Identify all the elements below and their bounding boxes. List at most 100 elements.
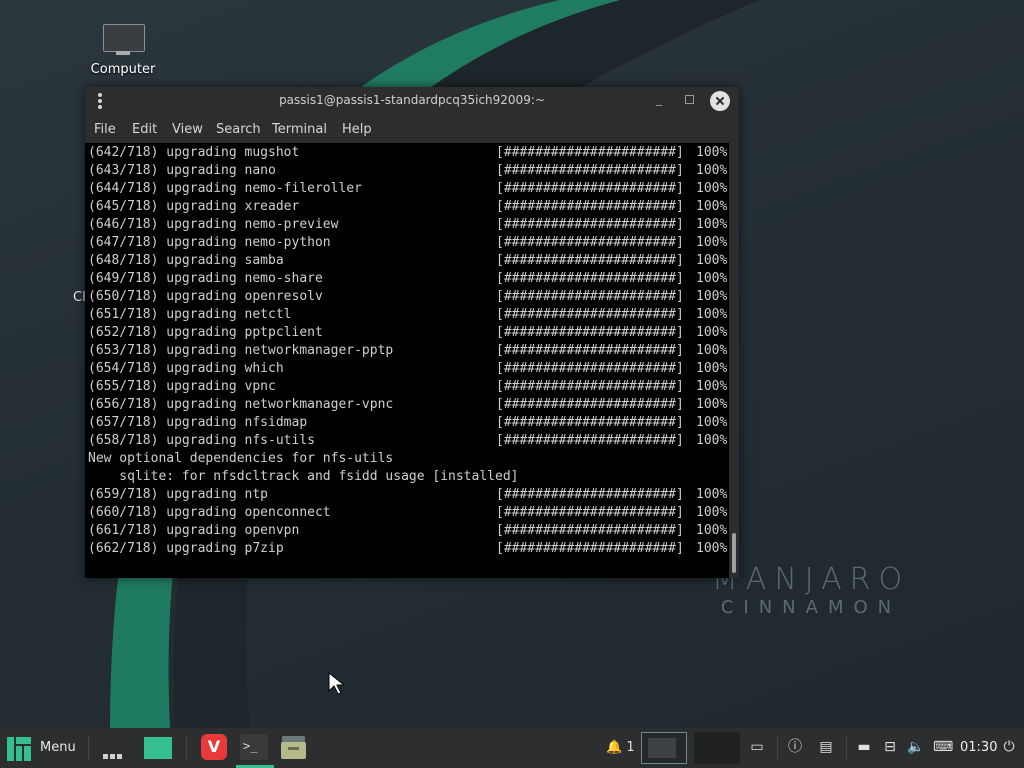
progress-percent: 100% — [696, 433, 728, 448]
progress-bar-text: [######################] — [496, 289, 684, 304]
taskbar-separator — [777, 736, 778, 760]
progress-bar-text: [######################] — [496, 181, 684, 196]
progress-percent: 100% — [696, 271, 728, 286]
terminal-menubar: File Edit View Search Terminal Help — [85, 117, 739, 141]
terminal-line-text: (649/718) upgrading nemo-share — [88, 271, 323, 286]
terminal-line: (643/718) upgrading nano [###############… — [88, 162, 728, 180]
progress-percent: 100% — [696, 253, 728, 268]
terminal-line-text: (660/718) upgrading openconnect — [88, 505, 331, 520]
manjaro-hello-icon[interactable] — [144, 737, 172, 759]
power-icon[interactable]: ⏻ — [1000, 738, 1018, 756]
clock[interactable]: 01:30 — [960, 740, 997, 755]
progress-percent: 100% — [696, 325, 728, 340]
terminal-line-text: (642/718) upgrading mugshot — [88, 145, 300, 160]
progress-bar-text: [######################] — [496, 163, 684, 178]
terminal-line-text: (650/718) upgrading openresolv — [88, 289, 323, 304]
progress-bar-text: [######################] — [496, 199, 684, 214]
window-titlebar[interactable]: passis1@passis1-standardpcq35ich92009:~ … — [85, 87, 739, 115]
terminal-line: (647/718) upgrading nemo-python [########… — [88, 234, 728, 252]
progress-bar-text: [######################] — [496, 523, 684, 538]
taskbar: Menu V >_ 🔔 1 ▭ ⓘ ▤ ▬ ⊟ 🔈 ⌨ 01:30 ⏻ — [0, 728, 1024, 768]
terminal-line: New optional dependencies for nfs-utils — [88, 450, 728, 468]
clipboard-icon[interactable]: ▤ — [817, 738, 835, 756]
terminal-line-text: (651/718) upgrading netctl — [88, 307, 292, 322]
menu-terminal[interactable]: Terminal — [272, 122, 327, 137]
network-icon[interactable]: ⊟ — [881, 738, 899, 756]
desktop-icon-computer[interactable]: Computer — [86, 22, 160, 77]
terminal-line: (662/718) upgrading p7zip [##############… — [88, 540, 728, 558]
terminal-line: (644/718) upgrading nemo-fileroller [####… — [88, 180, 728, 198]
minimize-icon[interactable]: _ — [656, 92, 662, 106]
terminal-line: (642/718) upgrading mugshot [############… — [88, 144, 728, 162]
terminal-line: (646/718) upgrading nemo-preview [#######… — [88, 216, 728, 234]
menu-view[interactable]: View — [172, 122, 203, 137]
progress-percent: 100% — [696, 289, 728, 304]
progress-bar-text: [######################] — [496, 361, 684, 376]
terminal-line-text: (644/718) upgrading nemo-fileroller — [88, 181, 362, 196]
window-title: passis1@passis1-standardpcq35ich92009:~ — [279, 93, 545, 107]
menu-button-label[interactable]: Menu — [40, 740, 76, 755]
progress-percent: 100% — [696, 307, 728, 322]
terminal-scrollbar[interactable] — [729, 143, 739, 578]
progress-percent: 100% — [696, 343, 728, 358]
terminal-line: (650/718) upgrading openresolv [#########… — [88, 288, 728, 306]
progress-bar-text: [######################] — [496, 325, 684, 340]
progress-bar-text: [######################] — [496, 307, 684, 322]
workspace-1[interactable] — [641, 732, 687, 764]
terminal-line-text: (647/718) upgrading nemo-python — [88, 235, 331, 250]
terminal-line-text: (646/718) upgrading nemo-preview — [88, 217, 339, 232]
terminal-line: (654/718) upgrading which [##############… — [88, 360, 728, 378]
progress-percent: 100% — [696, 145, 728, 160]
terminal-line-text: (662/718) upgrading p7zip — [88, 541, 284, 556]
terminal-line: (645/718) upgrading xreader [############… — [88, 198, 728, 216]
close-icon[interactable] — [710, 91, 730, 111]
progress-percent: 100% — [696, 199, 728, 214]
menu-search[interactable]: Search — [216, 122, 261, 137]
terminal-output[interactable]: (642/718) upgrading mugshot [############… — [85, 143, 729, 578]
progress-bar-text: [######################] — [496, 415, 684, 430]
menu-help[interactable]: Help — [342, 122, 372, 137]
terminal-line-text: (648/718) upgrading samba — [88, 253, 284, 268]
terminal-line-text: (643/718) upgrading nano — [88, 163, 276, 178]
terminal-line: sqlite: for nfsdcltrack and fsidd usage … — [88, 468, 728, 486]
keyboard-icon[interactable]: ⌨ — [933, 738, 953, 756]
workspace-2[interactable] — [694, 732, 740, 764]
vivaldi-browser-icon[interactable]: V — [201, 734, 227, 760]
progress-percent: 100% — [696, 217, 728, 232]
progress-bar-text: [######################] — [496, 379, 684, 394]
terminal-line: (661/718) upgrading openvpn [############… — [88, 522, 728, 540]
drive-icon[interactable]: ▬ — [855, 738, 873, 756]
menu-edit[interactable]: Edit — [132, 122, 157, 137]
menu-file[interactable]: File — [94, 122, 116, 137]
terminal-line-text: (658/718) upgrading nfs-utils — [88, 433, 315, 448]
volume-icon[interactable]: 🔈 — [907, 738, 925, 756]
progress-bar-text: [######################] — [496, 271, 684, 286]
desktop-icon-label: Computer — [90, 62, 156, 77]
terminal-line-text: (661/718) upgrading openvpn — [88, 523, 300, 538]
progress-bar-text: [######################] — [496, 145, 684, 160]
terminal-line: (656/718) upgrading networkmanager-vpnc [… — [88, 396, 728, 414]
terminal-line: (652/718) upgrading pptpclient [#########… — [88, 324, 728, 342]
progress-percent: 100% — [696, 379, 728, 394]
shield-info-icon[interactable]: ⓘ — [786, 738, 804, 756]
terminal-line: (651/718) upgrading netctl [#############… — [88, 306, 728, 324]
terminal-window[interactable]: passis1@passis1-standardpcq35ich92009:~ … — [85, 87, 739, 578]
progress-percent: 100% — [696, 541, 728, 556]
progress-percent: 100% — [696, 487, 728, 502]
window-list-icon[interactable]: ▭ — [748, 738, 766, 756]
progress-percent: 100% — [696, 181, 728, 196]
terminal-line-text: New optional dependencies for nfs-utils — [88, 451, 394, 466]
scrollbar-thumb[interactable] — [732, 533, 736, 573]
terminal-line-text: (657/718) upgrading nfsidmap — [88, 415, 308, 430]
progress-percent: 100% — [696, 361, 728, 376]
terminal-line-text: (659/718) upgrading ntp — [88, 487, 269, 502]
terminal-app-icon[interactable]: >_ — [240, 734, 268, 760]
progress-bar-text: [######################] — [496, 217, 684, 232]
notifications-indicator[interactable]: 🔔 1 — [606, 740, 635, 755]
maximize-icon[interactable] — [685, 95, 694, 104]
desktop-icon-partial-label[interactable]: Cl — [73, 290, 86, 305]
file-manager-icon[interactable] — [280, 734, 307, 760]
manjaro-menu-icon[interactable] — [7, 737, 31, 761]
show-desktop-icon[interactable] — [103, 744, 124, 763]
progress-bar-text: [######################] — [496, 541, 684, 556]
